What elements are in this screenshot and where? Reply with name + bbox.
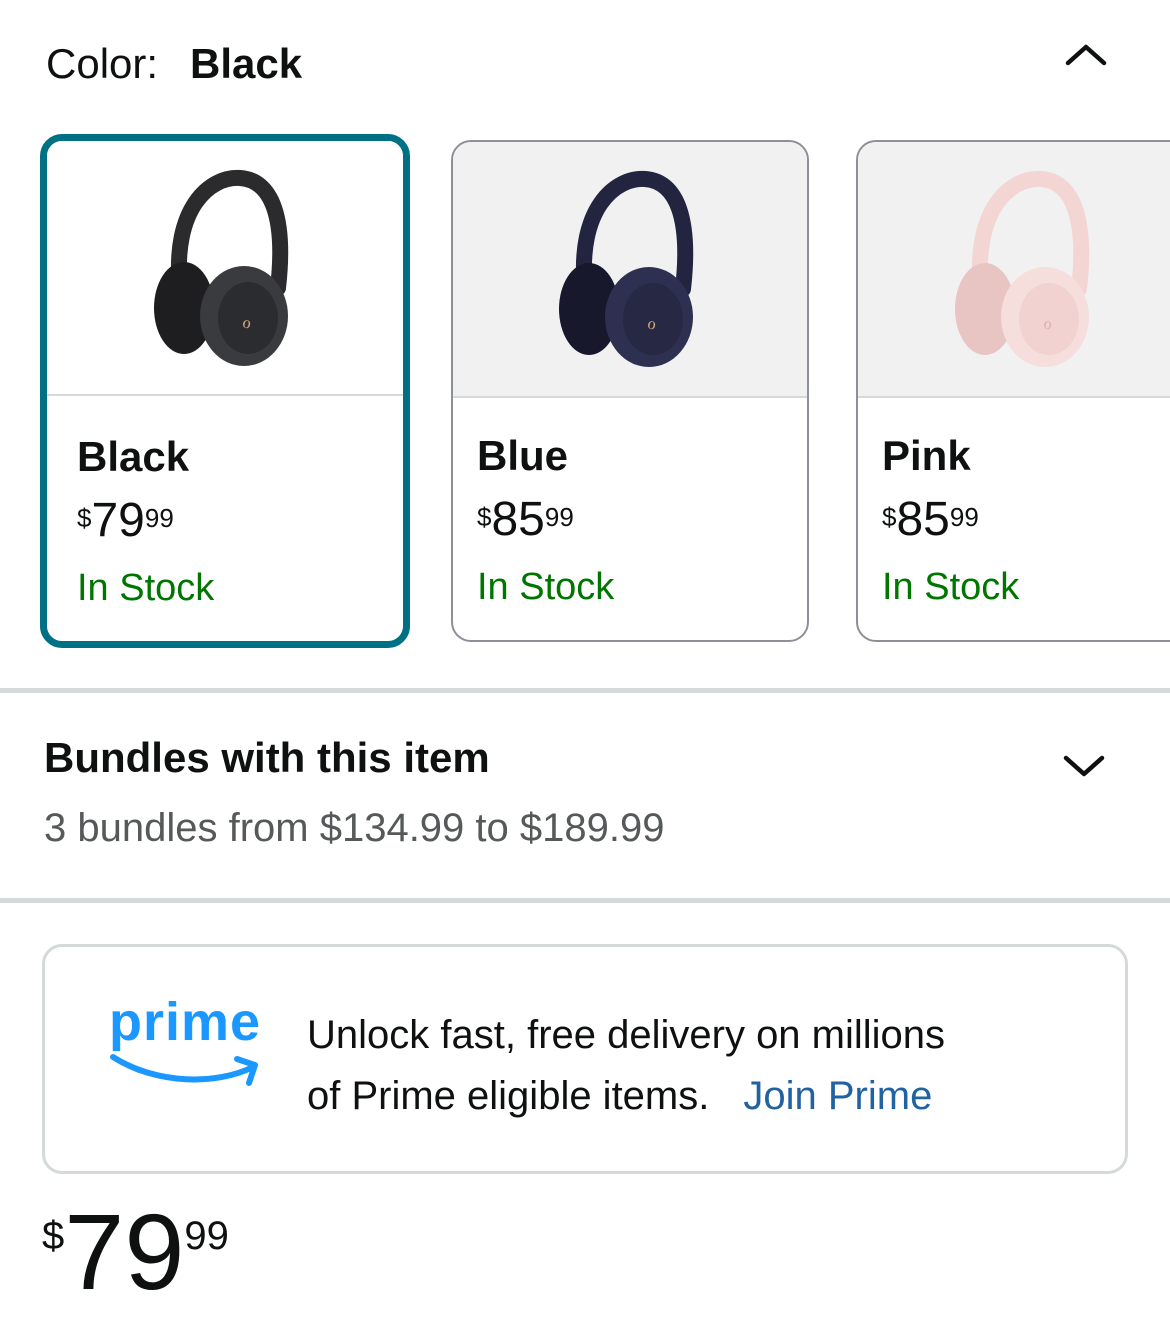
product-image-black: ℴ [47, 141, 403, 396]
bundles-subtitle: 3 bundles from $134.99 to $189.99 [44, 806, 665, 850]
bundles-title[interactable]: Bundles with this item [44, 734, 490, 782]
prime-promo-box: prime Unlock fast, free delivery on mill… [42, 944, 1128, 1174]
chevron-down-icon [1063, 755, 1105, 777]
stock-status: In Stock [77, 567, 215, 609]
headphones-icon: ℴ [154, 169, 289, 366]
svg-text:ℴ: ℴ [242, 309, 251, 333]
prime-message-line2: of Prime eligible items. [307, 1074, 710, 1118]
price-symbol: $ [882, 502, 897, 532]
product-image-pink: ℴ [858, 142, 1170, 398]
swatch-price: $ 79 99 [77, 497, 174, 545]
price-whole: 79 [64, 1191, 185, 1312]
prime-message: Unlock fast, free delivery on millions o… [307, 1005, 1107, 1127]
section-divider [0, 898, 1170, 903]
swatch-name: Blue [477, 432, 569, 479]
swatch-name: Pink [882, 432, 971, 479]
color-swatch-list: ℴ Black $ 79 99 In Stock ℴ Blue $ 85 99 … [0, 0, 1170, 660]
expand-bundles-button[interactable] [1056, 744, 1112, 788]
join-prime-link[interactable]: Join Prime [743, 1074, 932, 1118]
price-fraction: 99 [144, 503, 174, 533]
swatch-name: Black [77, 433, 190, 480]
price-symbol: $ [477, 502, 492, 532]
stock-status: In Stock [882, 566, 1020, 608]
price-whole: 79 [91, 494, 145, 547]
svg-text:ℴ: ℴ [1043, 310, 1052, 334]
svg-text:ℴ: ℴ [647, 310, 656, 334]
price-fraction: 99 [544, 502, 574, 532]
prime-message-line1: Unlock fast, free delivery on millions [307, 1013, 946, 1057]
headphones-icon: ℴ [955, 170, 1090, 367]
stock-status: In Stock [477, 566, 615, 608]
price-symbol: $ [42, 1214, 65, 1258]
product-price: $ 79 99 [42, 1191, 229, 1312]
swatch-price: $ 85 99 [882, 496, 979, 544]
prime-logo-text: prime [109, 992, 262, 1052]
swatch-price: $ 85 99 [477, 496, 574, 544]
price-whole: 85 [491, 493, 545, 546]
swatch-card-pink[interactable]: ℴ Pink $ 85 99 In Stock [856, 140, 1170, 642]
price-fraction: 99 [184, 1214, 229, 1258]
swatch-card-blue[interactable]: ℴ Blue $ 85 99 In Stock [451, 140, 809, 642]
swatch-card-black[interactable]: ℴ Black $ 79 99 In Stock [40, 134, 410, 648]
prime-smile-icon [110, 1054, 258, 1086]
price-whole: 85 [896, 493, 950, 546]
prime-logo: prime [105, 991, 265, 1101]
headphones-icon: ℴ [559, 170, 694, 367]
price-fraction: 99 [949, 502, 979, 532]
product-image-blue: ℴ [453, 142, 807, 398]
section-divider [0, 688, 1170, 693]
price-symbol: $ [77, 503, 92, 533]
